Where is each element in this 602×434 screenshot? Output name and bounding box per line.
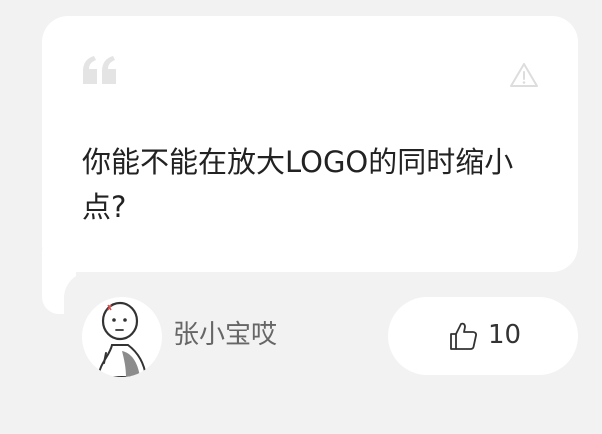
like-count: 10 (488, 320, 522, 350)
question-text: 你能不能在放大LOGO的同时缩小点? (82, 145, 514, 224)
like-button[interactable]: 10 (388, 297, 578, 375)
author-name[interactable]: 张小宝哎 (173, 318, 277, 352)
warning-triangle-icon[interactable] (509, 61, 539, 89)
quote-icon (83, 56, 116, 84)
cartoon-person-avatar (96, 301, 148, 377)
avatar[interactable] (82, 297, 162, 377)
speech-bubble-tail (42, 250, 144, 352)
thumbs-up-icon (450, 322, 477, 350)
